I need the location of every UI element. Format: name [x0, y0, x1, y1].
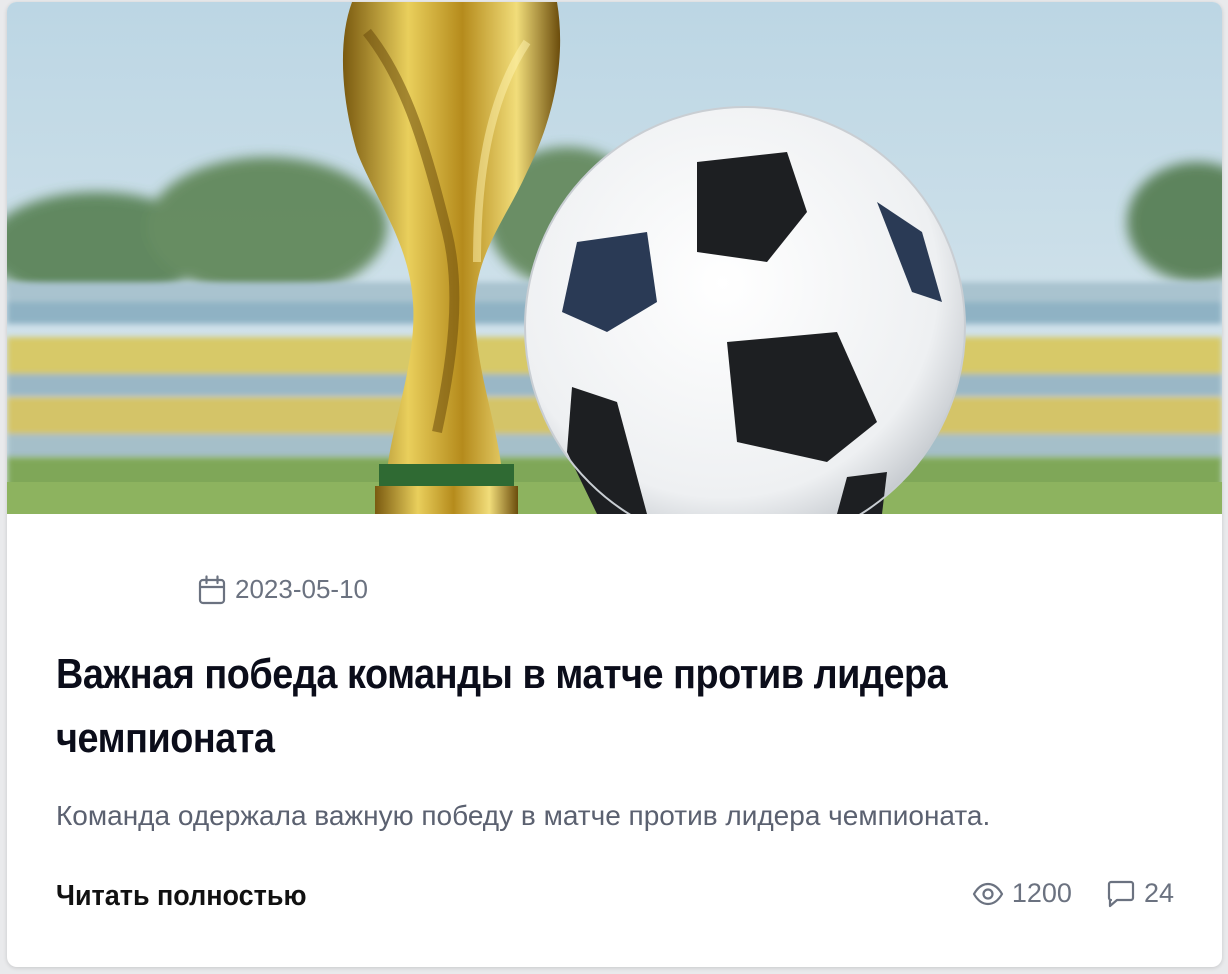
comments-count: 24 — [1143, 878, 1174, 908]
comments-counter[interactable]: 24 — [1106, 878, 1174, 909]
article-title[interactable]: Важная победа команды в матче против лид… — [56, 642, 1046, 770]
read-more-link[interactable]: Читать полностью — [56, 880, 306, 913]
article-stats: 1200 24 — [972, 878, 1174, 909]
hero-illustration — [7, 2, 1222, 514]
article-image[interactable] — [7, 2, 1222, 514]
views-count: 1200 — [1011, 878, 1072, 908]
article-card: 2023-05-10 Важная победа команды в матче… — [7, 2, 1222, 967]
eye-icon — [972, 882, 1004, 906]
calendar-icon — [198, 574, 226, 605]
article-meta: 2023-05-10 — [198, 574, 368, 605]
comment-icon — [1106, 880, 1136, 908]
article-excerpt: Команда одержала важную победу в матче п… — [56, 800, 991, 831]
article-date: 2023-05-10 — [235, 574, 368, 604]
views-counter: 1200 — [972, 878, 1072, 909]
